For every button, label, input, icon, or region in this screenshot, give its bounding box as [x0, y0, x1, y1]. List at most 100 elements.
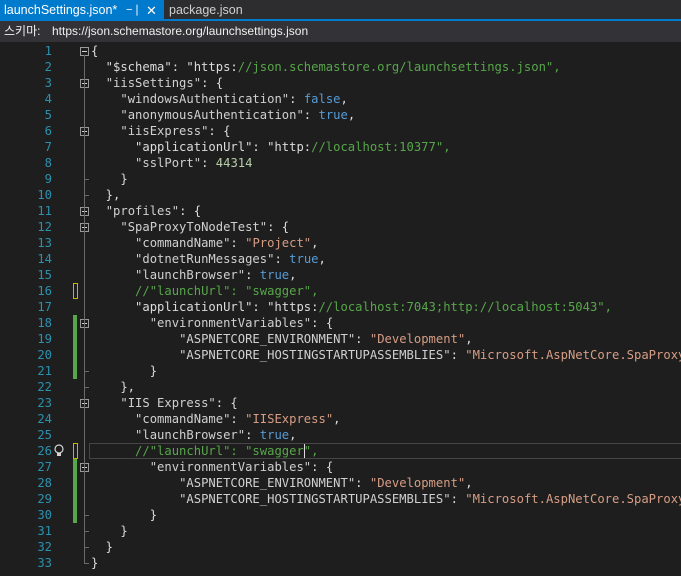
code-text: "profiles": { — [105, 204, 202, 218]
line-number: 31 — [37, 524, 52, 538]
code-line[interactable]: 2 "$schema": "https://json.schemastore.o… — [0, 59, 681, 75]
code-text: "launchBrowser": true, — [135, 268, 297, 282]
saved-change-marker — [73, 507, 77, 523]
schema-url[interactable]: https://json.schemastore.org/launchsetti… — [52, 21, 308, 42]
code-line[interactable]: 14 "dotnetRunMessages": true, — [0, 251, 681, 267]
code-line[interactable]: 23 "IIS Express": { — [0, 395, 681, 411]
line-number: 14 — [37, 252, 52, 266]
code-line[interactable]: 29 "ASPNETCORE_HOSTINGSTARTUPASSEMBLIES"… — [0, 491, 681, 507]
code-line[interactable]: 3 "iisSettings": { — [0, 75, 681, 91]
line-number: 4 — [44, 92, 52, 106]
unsaved-change-marker — [73, 443, 78, 459]
code-line[interactable]: 7 "applicationUrl": "http://localhost:10… — [0, 139, 681, 155]
code-text: "windowsAuthentication": false, — [120, 92, 348, 106]
code-text: "applicationUrl": "http://localhost:1037… — [91, 140, 451, 154]
line-number: 33 — [37, 556, 52, 570]
code-line[interactable]: 10 }, — [0, 187, 681, 203]
saved-change-marker — [73, 331, 77, 347]
code-line[interactable]: 25 "launchBrowser": true, — [0, 427, 681, 443]
code-line[interactable]: 26 //"launchUrl": "swagger", — [0, 443, 681, 459]
pin-icon[interactable]: −❘ — [126, 0, 142, 21]
code-line[interactable]: 32 } — [0, 539, 681, 555]
close-icon[interactable]: ✕ — [146, 0, 157, 21]
line-number: 13 — [37, 236, 52, 250]
code-line[interactable]: 17 "applicationUrl": "https://localhost:… — [0, 299, 681, 315]
code-text: "launchBrowser": true, — [135, 428, 297, 442]
code-line[interactable]: 5 "anonymousAuthentication": true, — [0, 107, 681, 123]
line-number: 27 — [37, 460, 52, 474]
code-line[interactable]: 8 "sslPort": 44314 — [0, 155, 681, 171]
code-text: "ASPNETCORE_ENVIRONMENT": "Development", — [179, 332, 473, 346]
code-text: "SpaProxyToNodeTest": { — [120, 220, 290, 234]
tab-launchsettings[interactable]: launchSettings.json* −❘ ✕ — [0, 0, 164, 21]
code-text: "iisSettings": { — [105, 76, 224, 90]
line-number: 20 — [37, 348, 52, 362]
code-line[interactable]: 1{ — [0, 43, 681, 59]
code-line[interactable]: 4 "windowsAuthentication": false, — [0, 91, 681, 107]
saved-change-marker — [73, 475, 77, 491]
code-text: "commandName": "IISExpress", — [135, 412, 341, 426]
fold-guide — [84, 135, 85, 179]
code-line[interactable]: 20 "ASPNETCORE_HOSTINGSTARTUPASSEMBLIES"… — [0, 347, 681, 363]
code-line[interactable]: 21 } — [0, 363, 681, 379]
code-text: "dotnetRunMessages": true, — [135, 252, 326, 266]
line-number: 12 — [37, 220, 52, 234]
line-number: 9 — [44, 172, 52, 186]
tab-package-json[interactable]: package.json — [166, 0, 262, 21]
code-line[interactable]: 16 //"launchUrl": "swagger", — [0, 283, 681, 299]
fold-end — [84, 195, 89, 196]
fold-end — [84, 179, 89, 180]
text-caret — [303, 444, 305, 458]
code-line[interactable]: 12 "SpaProxyToNodeTest": { — [0, 219, 681, 235]
fold-guide — [84, 327, 85, 371]
saved-change-marker — [73, 347, 77, 363]
code-text: "ASPNETCORE_HOSTINGSTARTUPASSEMBLIES": "… — [179, 492, 681, 506]
code-text: }, — [91, 380, 136, 394]
line-number: 18 — [37, 316, 52, 330]
code-text: "IIS Express": { — [120, 396, 238, 410]
code-text: { — [91, 44, 99, 58]
lightbulb-icon[interactable] — [54, 444, 64, 457]
code-text: } — [91, 556, 99, 570]
fold-end — [84, 531, 89, 532]
line-number: 8 — [44, 156, 52, 170]
fold-end — [84, 387, 89, 388]
code-line[interactable]: 19 "ASPNETCORE_ENVIRONMENT": "Developmen… — [0, 331, 681, 347]
code-text: //"launchUrl": "swagger", — [135, 284, 319, 298]
code-line[interactable]: 30 } — [0, 507, 681, 523]
tab-label: launchSettings.json* — [4, 3, 118, 17]
code-text: "$schema": "https://json.schemastore.org… — [91, 60, 561, 74]
code-editor[interactable]: 1{2 "$schema": "https://json.schemastore… — [0, 42, 681, 576]
code-line[interactable]: 15 "launchBrowser": true, — [0, 267, 681, 283]
code-line[interactable]: 27 "environmentVariables": { — [0, 459, 681, 475]
code-text: } — [91, 524, 128, 538]
code-line[interactable]: 31 } — [0, 523, 681, 539]
fold-end — [84, 563, 89, 564]
line-number: 21 — [37, 364, 52, 378]
line-number: 29 — [37, 492, 52, 506]
tab-bar: launchSettings.json* −❘ ✕ package.json — [0, 0, 681, 21]
code-line[interactable]: 28 "ASPNETCORE_ENVIRONMENT": "Developmen… — [0, 475, 681, 491]
fold-end — [84, 547, 89, 548]
code-line[interactable]: 6 "iisExpress": { — [0, 123, 681, 139]
code-text: } — [91, 508, 158, 522]
code-line[interactable]: 22 }, — [0, 379, 681, 395]
saved-change-marker — [73, 363, 77, 379]
code-line[interactable]: 11 "profiles": { — [0, 203, 681, 219]
code-line[interactable]: 9 } — [0, 171, 681, 187]
code-line[interactable]: 18 "environmentVariables": { — [0, 315, 681, 331]
code-line[interactable]: 13 "commandName": "Project", — [0, 235, 681, 251]
code-line[interactable]: 33} — [0, 555, 681, 571]
code-text: "anonymousAuthentication": true, — [120, 108, 356, 122]
line-number: 2 — [44, 60, 52, 74]
code-text: "sslPort": 44314 — [135, 156, 253, 170]
code-line[interactable]: 24 "commandName": "IISExpress", — [0, 411, 681, 427]
code-text: } — [91, 540, 114, 554]
line-number: 5 — [44, 108, 52, 122]
line-number: 17 — [37, 300, 52, 314]
code-text: }, — [91, 188, 121, 202]
saved-change-marker — [73, 491, 77, 507]
code-text: "applicationUrl": "https://localhost:704… — [91, 300, 612, 314]
line-number: 6 — [44, 124, 52, 138]
line-number: 25 — [37, 428, 52, 442]
